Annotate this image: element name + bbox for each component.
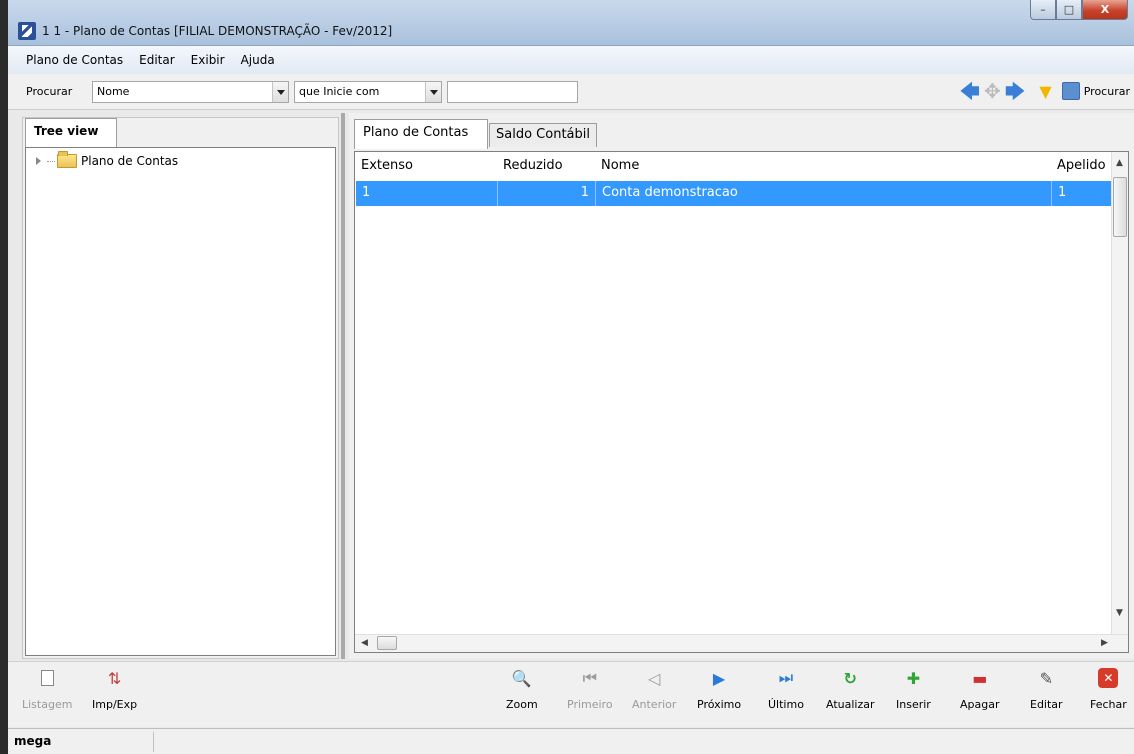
cell-apelido: 1 [1058,185,1067,200]
proximo-button[interactable]: ▶ Próximo [697,668,742,712]
scroll-up-icon[interactable]: ▲ [1116,158,1123,168]
panel-splitter[interactable] [341,113,345,659]
close-icon: ✕ [1098,668,1119,688]
vertical-scroll-thumb[interactable] [1113,177,1127,237]
search-icon[interactable] [1061,82,1080,100]
inserir-button[interactable]: ✚ Inserir [896,668,931,712]
title-bar: 1 1 - Plano de Contas [FILIAL DEMONSTRAÇ… [8,0,1134,46]
previous-record-icon: ◁ [648,668,661,688]
grid-header: Extenso Reduzido Nome Apelido [355,152,1115,180]
window-title: 1 1 - Plano de Contas [FILIAL DEMONSTRAÇ… [42,24,393,38]
zoom-button[interactable]: 🔍 Zoom [506,668,538,712]
tab-saldo-contabil[interactable]: Saldo Contábil [489,123,597,147]
move-icon[interactable]: ✥ [984,81,1001,101]
menu-exibir[interactable]: Exibir [191,53,225,67]
listagem-button[interactable]: Listagem [22,668,72,711]
anterior-label: Anterior [632,698,677,711]
zoom-icon: 🔍 [511,668,532,688]
tree-node-label: Plano de Contas [81,154,179,168]
delete-icon: ▬ [972,668,988,688]
tree-node-root[interactable]: Plano de Contas [36,151,179,168]
minimize-button[interactable]: – [1030,0,1056,20]
content-panel: Plano de Contas Saldo Contábil Extenso R… [349,113,1134,659]
dropdown-arrow-icon[interactable] [425,82,441,102]
app-window: 1 1 - Plano de Contas [FILIAL DEMONSTRAÇ… [0,0,1134,754]
last-record-icon: ⏭ [778,668,794,687]
arrow-right-icon[interactable]: 🡆 [1005,81,1026,101]
menu-bar: Plano de Contas Editar Exibir Ajuda [8,46,1134,74]
cell-reduzido: 1 [498,181,596,206]
fechar-button[interactable]: ✕ Fechar [1090,668,1127,711]
edit-icon: ✎ [1039,668,1053,688]
vertical-scrollbar[interactable]: ▲ ▼ [1111,152,1128,636]
accounts-grid: Extenso Reduzido Nome Apelido 1 1 Conta … [354,151,1129,653]
folder-icon [57,151,77,168]
inserir-label: Inserir [896,698,931,711]
primeiro-button[interactable]: ⏮ Primeiro [567,668,613,711]
next-record-icon: ▶ [712,668,726,688]
cell-extenso: 1 [356,181,498,206]
document-icon [37,668,57,688]
search-bar: Procurar Nome que Inicie com 🡄 ✥ 🡆 ▼ Pro… [8,74,1134,110]
impexp-label: Imp/Exp [92,698,138,711]
menu-editar[interactable]: Editar [139,53,175,67]
ultimo-label: Último [768,698,804,711]
close-window-button[interactable]: X [1082,0,1128,20]
arrow-left-icon[interactable]: 🡄 [959,81,980,101]
filter-icon[interactable]: ▼ [1039,82,1051,101]
menu-ajuda[interactable]: Ajuda [241,53,275,67]
expand-icon[interactable] [36,157,41,165]
atualizar-label: Atualizar [826,698,875,711]
search-mode-value: que Inicie com [299,85,380,98]
search-label: Procurar [26,85,73,98]
horizontal-scrollbar[interactable]: ◀ ▶ [355,634,1128,652]
horizontal-scroll-thumb[interactable] [377,636,397,650]
atualizar-button[interactable]: ↻ Atualizar [826,668,875,712]
refresh-icon: ↻ [843,668,857,688]
import-export-icon: ⇅ [107,668,122,688]
table-row[interactable]: 1 1 Conta demonstracao 1 [356,181,1115,206]
search-mode-select[interactable]: que Inicie com [294,81,442,103]
editar-label: Editar [1030,698,1063,711]
insert-icon: ✚ [906,668,921,688]
proximo-label: Próximo [697,698,742,711]
tab-plano-de-contas[interactable]: Plano de Contas [354,119,488,149]
bottom-toolbar: Listagem ⇅ Imp/Exp 🔍 Zoom ⏮ Primeiro ◁ A… [8,661,1134,727]
column-header-apelido[interactable]: Apelido [1051,152,1114,180]
status-bar: mega [8,728,1134,754]
listagem-label: Listagem [22,698,73,711]
editar-button[interactable]: ✎ Editar [1030,668,1063,712]
search-input[interactable] [447,81,578,103]
tree-view: Plano de Contas [25,147,336,656]
scroll-down-icon[interactable]: ▼ [1116,608,1123,618]
apagar-label: Apagar [960,698,1000,711]
ultimo-button[interactable]: ⏭ Último [768,668,804,711]
primeiro-label: Primeiro [567,698,613,711]
status-user: mega [10,732,154,752]
tree-line [47,160,55,162]
menu-plano-de-contas[interactable]: Plano de Contas [26,53,123,67]
tree-panel: Tree view Plano de Contas [22,117,339,659]
column-header-reduzido[interactable]: Reduzido [497,152,595,180]
apagar-button[interactable]: ▬ Apagar [960,668,1000,712]
scroll-left-icon[interactable]: ◀ [361,638,368,648]
column-header-nome[interactable]: Nome [595,152,1051,180]
fechar-label: Fechar [1090,698,1127,711]
cell-nome: Conta demonstracao [596,181,1052,206]
impexp-button[interactable]: ⇅ Imp/Exp [92,668,138,712]
scroll-right-icon[interactable]: ▶ [1101,638,1108,648]
anterior-button[interactable]: ◁ Anterior [632,668,677,712]
column-header-extenso[interactable]: Extenso [355,152,497,180]
maximize-button[interactable]: □ [1056,0,1082,20]
dropdown-arrow-icon[interactable] [272,82,288,102]
first-record-icon: ⏮ [582,668,597,687]
search-field-value: Nome [97,85,130,98]
zoom-label: Zoom [506,698,538,711]
search-field-select[interactable]: Nome [92,81,289,103]
tab-tree-view[interactable]: Tree view [25,118,117,148]
procurar-button[interactable]: Procurar [1084,85,1130,98]
app-logo-icon [18,22,36,40]
